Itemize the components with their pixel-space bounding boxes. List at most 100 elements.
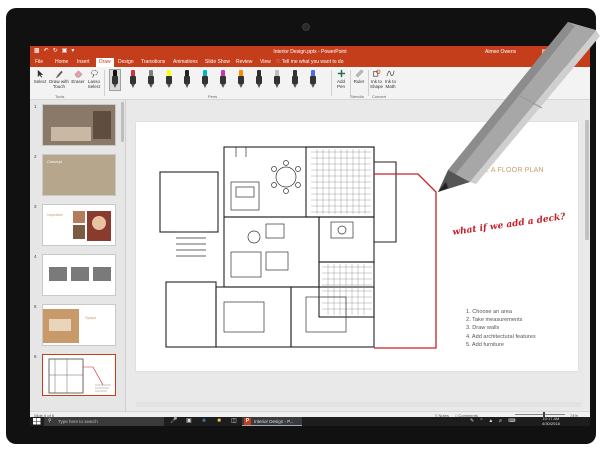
- horizontal-scrollbar[interactable]: [136, 402, 581, 407]
- thumbnail-number: 4: [34, 254, 37, 259]
- ink-to-math-button[interactable]: Ink to Math: [384, 69, 397, 89]
- slide-thumbnail-1[interactable]: [42, 104, 116, 146]
- draw-with-touch-button[interactable]: Draw with Touch: [48, 69, 70, 89]
- network-icon[interactable]: ▲: [488, 418, 493, 424]
- add-pen-button[interactable]: Add Pen: [334, 69, 348, 89]
- ink-to-shape-label: Ink to Shape: [370, 79, 384, 89]
- minimize-button[interactable]: —: [555, 48, 561, 55]
- pen-tip: [239, 84, 243, 88]
- list-item: 4. Add architectural features: [466, 333, 536, 340]
- powerpoint-icon: P: [244, 418, 251, 425]
- pen-body: [256, 76, 262, 84]
- store-icon[interactable]: ◫: [230, 418, 238, 425]
- pen-8[interactable]: [236, 70, 246, 90]
- convert-group-label: Convert: [372, 94, 387, 99]
- tab-transitions[interactable]: Transitions: [141, 59, 165, 65]
- windows-start-icon[interactable]: [33, 418, 41, 425]
- eraser-button[interactable]: Eraser: [70, 69, 86, 84]
- search-placeholder: Type here to search: [58, 419, 98, 424]
- tab-slide-show[interactable]: Slide Show: [205, 59, 230, 65]
- window-controls: ▤ — □ ✕: [542, 48, 586, 55]
- edge-icon[interactable]: e: [200, 418, 208, 425]
- taskbar-clock[interactable]: 10:17 AM 4/30/2018: [542, 416, 560, 426]
- tab-design[interactable]: Design: [118, 59, 134, 65]
- ink-to-math-label: Ink to Math: [384, 79, 396, 89]
- tab-review[interactable]: Review: [236, 59, 252, 65]
- pen-4[interactable]: [164, 70, 174, 90]
- ink-to-shape-button[interactable]: Ink to Shape: [370, 69, 383, 89]
- user-name[interactable]: Aimee Owens: [485, 49, 516, 55]
- slide-canvas[interactable]: CREATE A FLOOR PLAN what if we add a dec…: [136, 122, 578, 371]
- list-item: 5. Add furniture: [466, 341, 504, 348]
- share-button[interactable]: Share: [556, 59, 569, 65]
- taskbar-search-box[interactable]: ⚲ Type here to search: [44, 417, 164, 426]
- thumbnail-image: [43, 305, 115, 345]
- pen-tip: [203, 84, 207, 88]
- pen-body: [238, 76, 244, 84]
- stencils-group-label: Stencils: [350, 94, 365, 99]
- pen-workspace-icon[interactable]: ✎: [470, 418, 474, 424]
- pen-body: [292, 76, 298, 84]
- pen-9[interactable]: [254, 70, 264, 90]
- pen-5[interactable]: [182, 70, 192, 90]
- slide-thumbnail-4[interactable]: [42, 254, 116, 296]
- tab-insert[interactable]: Insert: [77, 59, 90, 65]
- thumbnail-image: [43, 105, 115, 145]
- pen-tip: [293, 84, 297, 88]
- select-label: Select: [33, 79, 47, 84]
- thumbnail-scrollbar[interactable]: [121, 102, 124, 142]
- clock-date: 4/30/2018: [542, 420, 560, 426]
- add-pen-icon: [337, 69, 345, 78]
- taskbar-app-label: Interior Design - P...: [254, 419, 294, 424]
- select-button[interactable]: Select: [32, 69, 48, 84]
- taskbar-powerpoint-button[interactable]: P Interior Design - P...: [242, 417, 302, 426]
- slide-thumbnail-6[interactable]: [42, 354, 116, 396]
- thumbnail-title: Inspiration: [47, 213, 64, 217]
- pen-1[interactable]: [109, 69, 121, 91]
- keyboard-icon[interactable]: ⌨: [508, 418, 515, 424]
- ribbon-separator: [331, 70, 332, 96]
- volume-icon[interactable]: ♬: [498, 418, 503, 424]
- slide-title[interactable]: CREATE A FLOOR PLAN: [460, 167, 544, 174]
- close-button[interactable]: ✕: [581, 48, 586, 55]
- lasso-select-button[interactable]: Lasso Select: [87, 69, 101, 89]
- pen-2[interactable]: [128, 70, 138, 90]
- slide-thumbnail-5[interactable]: Space: [42, 304, 116, 346]
- vertical-scrollbar[interactable]: [584, 100, 590, 411]
- tab-draw[interactable]: Draw: [96, 58, 114, 67]
- screen: ▩ ↶ ↻ ▣ ▾ Interior Design.pptx - PowerPo…: [30, 46, 590, 426]
- ribbon-separator: [104, 70, 105, 96]
- ruler-button[interactable]: Ruler: [352, 69, 366, 84]
- tab-file[interactable]: File: [35, 59, 43, 65]
- pen-6[interactable]: [200, 70, 210, 90]
- tab-home[interactable]: Home: [55, 59, 68, 65]
- slide-thumbnail-3[interactable]: Inspiration: [42, 204, 116, 246]
- pen-10[interactable]: [272, 70, 282, 90]
- draw-with-touch-label: Draw with Touch: [49, 79, 69, 89]
- tell-me-input[interactable]: ♡ Tell me what you want to do: [276, 59, 343, 65]
- tab-animations[interactable]: Animations: [173, 59, 198, 65]
- file-explorer-icon[interactable]: ■: [215, 418, 223, 425]
- ribbon: Select Draw with Touch Eraser Lasso Sele…: [30, 67, 590, 100]
- ink-to-shape-icon: [373, 69, 381, 77]
- steps-list[interactable]: 1. Choose an area 2. Take measurements 3…: [466, 308, 536, 349]
- ruler-label: Ruler: [353, 79, 365, 84]
- pen-11[interactable]: [290, 70, 300, 90]
- pen-3[interactable]: [146, 70, 156, 90]
- zoom-slider[interactable]: [515, 414, 565, 415]
- list-item: 1. Choose an area: [466, 309, 513, 315]
- thumbnail-number: 6: [34, 354, 37, 359]
- pen-12[interactable]: [308, 70, 318, 90]
- pen-7[interactable]: [218, 70, 228, 90]
- tab-view[interactable]: View: [260, 59, 271, 65]
- task-view-icon[interactable]: ▣: [185, 418, 193, 425]
- maximize-button[interactable]: □: [569, 48, 573, 55]
- scrollbar-thumb[interactable]: [585, 120, 589, 240]
- pen-tip: [131, 84, 135, 88]
- microphone-icon[interactable]: 🎤: [170, 418, 178, 425]
- pen-tip: [149, 84, 153, 88]
- thumbnail-number: 1: [34, 104, 37, 109]
- slide-thumbnail-2[interactable]: Concept: [42, 154, 116, 196]
- chevron-up-icon[interactable]: ⌃: [479, 418, 483, 424]
- ribbon-display-icon[interactable]: ▤: [542, 48, 548, 55]
